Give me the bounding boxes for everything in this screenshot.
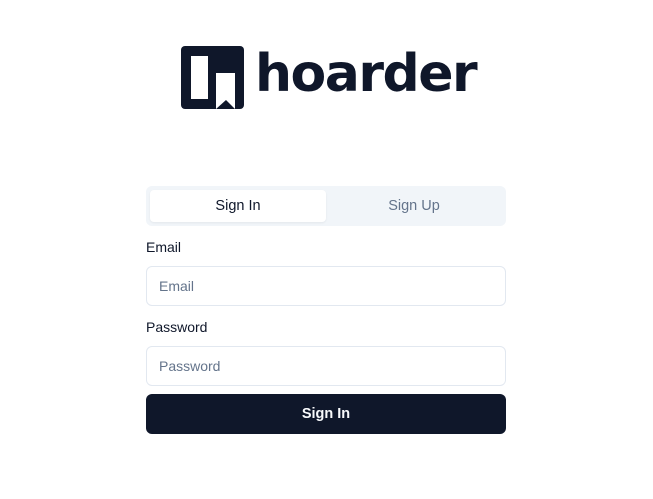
sign-in-button[interactable]: Sign In bbox=[146, 394, 506, 434]
password-label: Password bbox=[146, 319, 208, 335]
email-label: Email bbox=[146, 239, 182, 255]
email-field[interactable] bbox=[146, 266, 506, 306]
tab-sign-in[interactable]: Sign In bbox=[150, 190, 326, 222]
auth-tabs: Sign In Sign Up bbox=[146, 186, 506, 226]
bookmark-logo-icon bbox=[181, 45, 244, 109]
app-name: hoarder bbox=[255, 44, 478, 104]
tab-sign-up[interactable]: Sign Up bbox=[326, 190, 502, 222]
password-field[interactable] bbox=[146, 346, 506, 386]
app-logo: hoarder bbox=[181, 44, 478, 110]
